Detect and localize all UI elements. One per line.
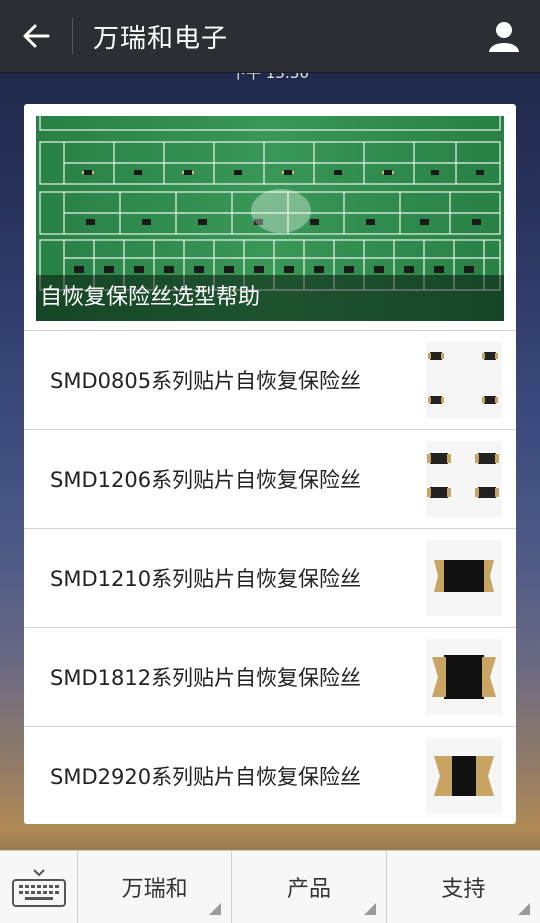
smd1210-thumbnail xyxy=(426,539,502,616)
list-item-smd1210[interactable]: SMD1210系列贴片自恢复保险丝 xyxy=(24,528,516,626)
list-item-label: SMD1210系列贴片自恢复保险丝 xyxy=(50,566,362,591)
list-item-label: SMD0805系列贴片自恢复保险丝 xyxy=(50,368,362,393)
list-item-smd1206[interactable]: SMD1206系列贴片自恢复保险丝 xyxy=(24,429,516,527)
list-item-smd1812[interactable]: SMD1812系列贴片自恢复保险丝 xyxy=(24,627,516,725)
submenu-indicator-icon xyxy=(517,903,530,915)
menu-tab-label: 支持 xyxy=(441,877,486,902)
list-item-smd0805[interactable]: SMD0805系列贴片自恢复保险丝 xyxy=(24,330,516,428)
profile-button[interactable] xyxy=(468,0,540,73)
top-bar: 万瑞和电子 xyxy=(0,0,540,73)
keyboard-icon xyxy=(11,868,66,907)
cover-article[interactable]: 自恢复保险丝选型帮助 xyxy=(36,116,504,321)
smd1812-thumbnail xyxy=(426,638,502,715)
list-item-label: SMD1812系列贴片自恢复保险丝 xyxy=(50,665,362,690)
list-item-label: SMD2920系列贴片自恢复保险丝 xyxy=(50,764,362,789)
smd1206-thumbnail xyxy=(426,440,502,517)
submenu-indicator-icon xyxy=(209,903,222,915)
arrow-left-icon xyxy=(23,24,50,48)
cover-caption: 自恢复保险丝选型帮助 xyxy=(36,275,504,321)
back-button[interactable] xyxy=(0,0,72,73)
article-card: 自恢复保险丝选型帮助 SMD0805系列贴片自恢复保险丝 SMD1206系列贴片… xyxy=(24,104,516,824)
page-title: 万瑞和电子 xyxy=(93,23,229,54)
menu-tab-label: 产品 xyxy=(286,877,331,902)
list-item-smd2920[interactable]: SMD2920系列贴片自恢复保险丝 xyxy=(24,726,516,824)
keyboard-toggle-button[interactable] xyxy=(0,851,78,923)
menu-tab-label: 万瑞和 xyxy=(121,877,188,902)
bottom-menu: 万瑞和 产品 支持 xyxy=(0,850,540,923)
smd2920-thumbnail xyxy=(426,737,502,814)
submenu-indicator-icon xyxy=(363,903,376,915)
user-icon xyxy=(489,22,519,52)
menu-tab-wanruihe[interactable]: 万瑞和 xyxy=(78,851,233,923)
smd0805-thumbnail xyxy=(426,341,502,418)
menu-tab-products[interactable]: 产品 xyxy=(232,851,387,923)
list-item-label: SMD1206系列贴片自恢复保险丝 xyxy=(50,467,362,492)
menu-tab-support[interactable]: 支持 xyxy=(387,851,540,923)
header-divider xyxy=(72,18,73,54)
